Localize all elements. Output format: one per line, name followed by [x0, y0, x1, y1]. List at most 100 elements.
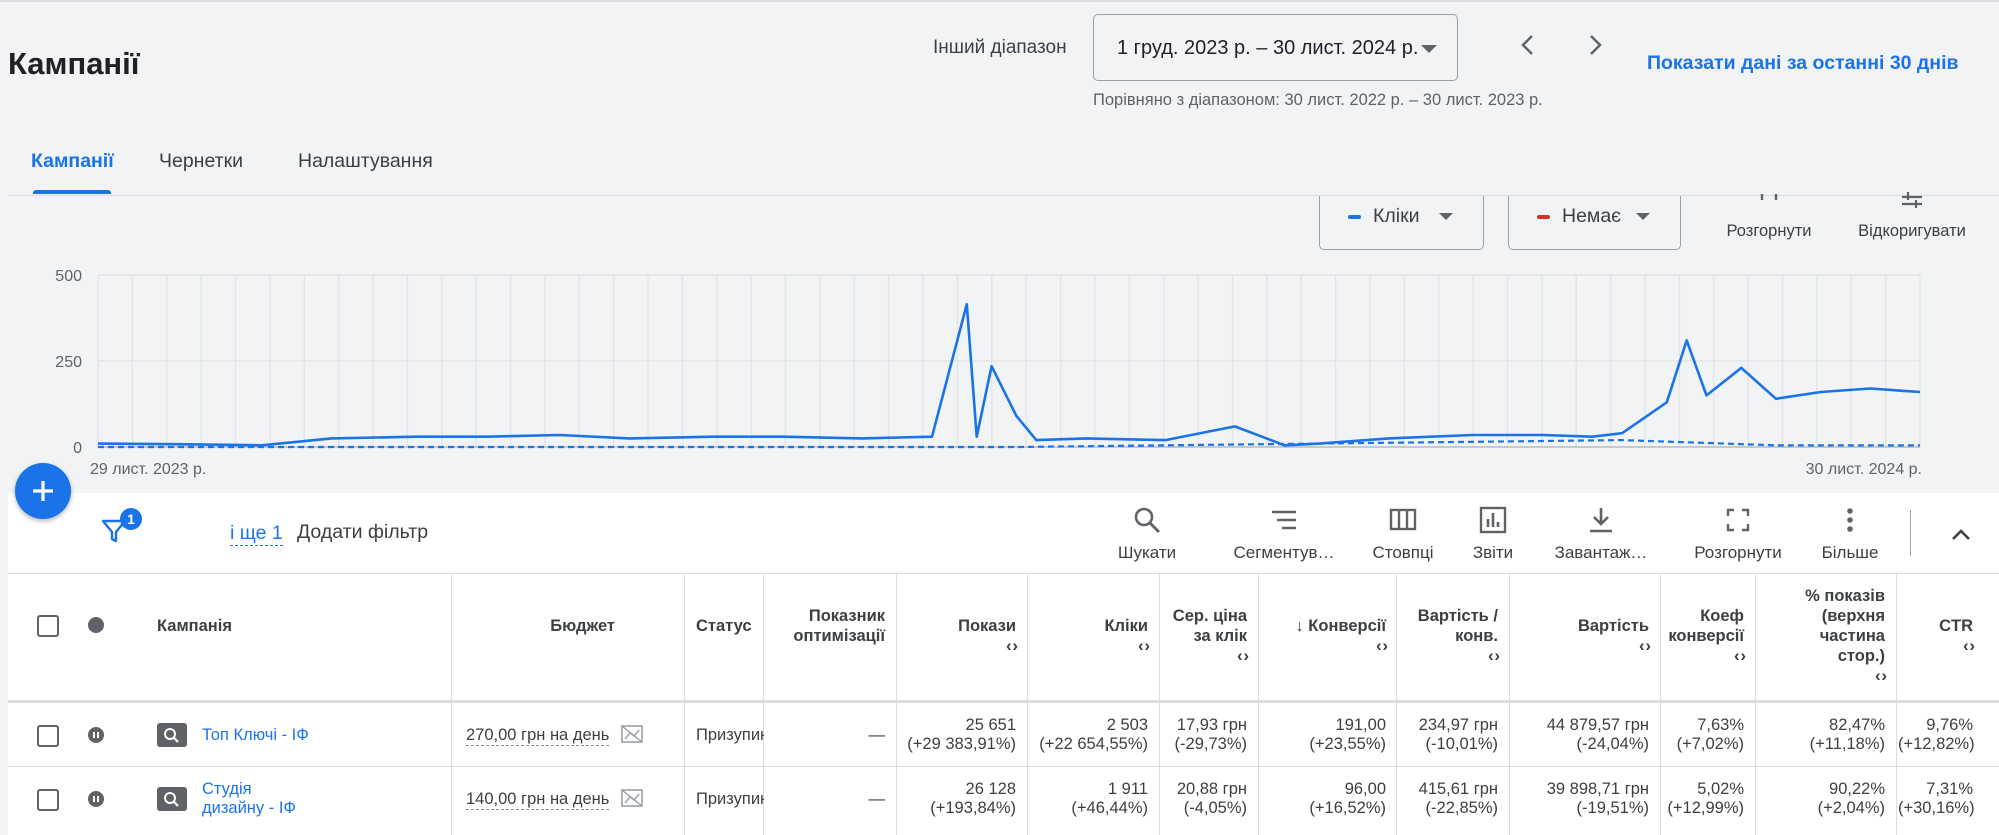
toolbar-download-label: Завантаж…: [1554, 543, 1648, 562]
date-range-value: 1 груд. 2023 р. – 30 лист. 2024 р.: [1117, 37, 1419, 59]
cost-per-conv-value: 234,97 грн: [1418, 716, 1498, 734]
toolbar-expand-button[interactable]: Розгорнути: [1688, 505, 1788, 563]
metric-1-swatch: [1348, 215, 1361, 219]
top-impr-change: (+2,04%): [1817, 799, 1885, 817]
header-avg-cpc[interactable]: Сер. ціна за клік ‹ ›: [1160, 606, 1249, 666]
chevron-up-icon[interactable]: [1944, 518, 1978, 552]
conv-rate-cell: 5,02% (+12,99%): [1662, 780, 1744, 818]
toolbar-search-label: Шукати: [1117, 543, 1177, 562]
header-campaign[interactable]: Кампанія: [157, 616, 232, 636]
header-bottom-border: [8, 700, 1999, 703]
row-checkbox[interactable]: [37, 789, 59, 811]
header-cost[interactable]: Вартість ‹ ›: [1512, 616, 1651, 656]
top-border: [0, 0, 1999, 2]
clicks-change: (+22 654,55%): [1039, 735, 1148, 753]
impressions-cell: 26 128 (+193,84%): [898, 780, 1016, 818]
date-range-label: Інший діапазон: [933, 37, 1067, 58]
conversions-cell: 191,00 (+23,55%): [1260, 716, 1386, 754]
header-clicks[interactable]: Кліки ‹ ›: [1030, 616, 1150, 656]
toolbar-reports-button[interactable]: Звіти: [1469, 505, 1517, 563]
chevron-right-icon[interactable]: [1580, 30, 1610, 60]
toolbar-more-button[interactable]: Більше: [1817, 505, 1883, 563]
header-ctr[interactable]: CTR ‹ ›: [1898, 616, 1975, 656]
columns-icon: [1388, 505, 1418, 535]
more-filters-link[interactable]: і ще 1: [230, 522, 283, 546]
sort-descending-icon: ↓: [1295, 617, 1304, 635]
chart-adjust-label: Відкоригувати: [1858, 222, 1966, 240]
header-conversions[interactable]: ↓ Конверсії ‹ ›: [1260, 616, 1388, 656]
last-30-days-link[interactable]: Показати дані за останні 30 днів: [1647, 52, 1959, 75]
sort-arrows-icon: ‹ ›: [1733, 646, 1746, 665]
chart-adjust-button[interactable]: Відкоригувати: [1842, 192, 1982, 241]
conv-rate-value: 5,02%: [1697, 780, 1744, 798]
fullscreen-icon: [1756, 192, 1782, 218]
chevron-left-icon[interactable]: [1513, 30, 1543, 60]
header-conversion-rate[interactable]: Коеф конверсії ‹ ›: [1662, 606, 1746, 666]
more-vert-icon: [1835, 505, 1865, 535]
impressions-cell: 25 651 (+29 383,91%): [898, 716, 1016, 754]
header-impressions[interactable]: Покази ‹ ›: [900, 616, 1018, 656]
toolbar-download-button[interactable]: Завантаж…: [1549, 505, 1653, 563]
metric-1-select[interactable]: Кліки: [1319, 196, 1484, 250]
clicks-value: 1 911: [1107, 780, 1148, 798]
previous-period-series-line: [98, 439, 1920, 449]
header-optimization-score-line: Показник: [808, 607, 885, 625]
add-campaign-button[interactable]: [15, 463, 71, 519]
top-impr-cell: 90,22% (+2,04%): [1757, 780, 1885, 818]
date-range-select[interactable]: 1 груд. 2023 р. – 30 лист. 2024 р.: [1093, 14, 1458, 81]
sort-arrows-icon: ‹ ›: [1874, 666, 1887, 685]
header-top-impr-line: частина: [1819, 627, 1885, 645]
top-impr-change: (+11,18%): [1809, 735, 1885, 753]
sort-arrows-icon: ‹ ›: [1005, 636, 1018, 655]
cost-value: 39 898,71 грн: [1546, 780, 1649, 798]
cost-value: 44 879,57 грн: [1546, 716, 1649, 734]
chart-off-icon[interactable]: [620, 724, 644, 744]
toolbar-reports-label: Звіти: [1472, 543, 1514, 562]
header-budget[interactable]: Бюджет: [500, 616, 615, 636]
select-all-checkbox[interactable]: [37, 615, 59, 637]
chart-expand-button[interactable]: Розгорнути: [1714, 192, 1824, 241]
campaign-name-link[interactable]: Студія дизайну - ІФ: [202, 780, 296, 818]
cost-per-conv-cell: 415,61 грн (-22,85%): [1398, 780, 1498, 818]
header-cost-label: Вартість: [1577, 617, 1649, 635]
chart-y-tick-label: 250: [55, 354, 82, 371]
search-icon: [1132, 505, 1162, 535]
top-impr-value: 82,47%: [1829, 716, 1885, 734]
campaign-name-line: дизайну - ІФ: [202, 799, 296, 817]
toolbar-columns-button[interactable]: Стовпці: [1368, 505, 1438, 563]
search-campaign-icon: [157, 723, 187, 747]
header-cost-per-conversion[interactable]: Вартість / конв. ‹ ›: [1398, 606, 1500, 666]
clicks-value: 2 503: [1106, 716, 1148, 734]
tune-icon: [1899, 192, 1925, 218]
header-impressions-label: Покази: [958, 617, 1016, 635]
status-filter-dot[interactable]: [88, 617, 104, 633]
row-checkbox[interactable]: [37, 725, 59, 747]
header-conversions-label: Конверсії: [1308, 617, 1386, 635]
cost-per-conv-change: (-10,01%): [1425, 735, 1498, 753]
conversions-cell: 96,00 (+16,52%): [1260, 780, 1386, 818]
header-top-impression-share[interactable]: % показів (верхня частина стор.) ‹ ›: [1757, 586, 1887, 686]
toolbar-columns-label: Стовпці: [1372, 543, 1434, 562]
budget-value[interactable]: 140,00 грн на день: [466, 790, 610, 810]
tab-settings[interactable]: Налаштування: [298, 150, 433, 173]
tab-campaigns[interactable]: Кампанії: [31, 150, 114, 173]
metric-2-select[interactable]: Немає: [1508, 196, 1681, 250]
sort-arrows-icon: ‹ ›: [1236, 646, 1249, 665]
chart-off-icon[interactable]: [620, 788, 644, 808]
sort-arrows-icon: ‹ ›: [1487, 646, 1500, 665]
header-avg-cpc-line: Сер. ціна: [1172, 607, 1247, 625]
add-filter-button[interactable]: Додати фільтр: [297, 521, 428, 544]
optimization-score: —: [868, 726, 886, 744]
header-avg-cpc-line: за клік: [1193, 627, 1247, 645]
sort-arrows-icon: ‹ ›: [1962, 636, 1975, 655]
avg-cpc-cell: 17,93 грн (-29,73%): [1160, 716, 1247, 754]
header-status[interactable]: Статус: [696, 616, 752, 636]
campaign-name-link[interactable]: Топ Ключі - ІФ: [202, 726, 309, 745]
toolbar-search-button[interactable]: Шукати: [1105, 505, 1189, 563]
toolbar-segment-button[interactable]: Сегментув…: [1226, 505, 1342, 563]
budget-value[interactable]: 270,00 грн на день: [466, 726, 610, 746]
column-divider: [896, 573, 897, 835]
tab-drafts[interactable]: Чернетки: [159, 150, 243, 173]
header-optimization-score[interactable]: Показник оптимізації: [765, 606, 885, 646]
chart-y-tick-label: 500: [55, 268, 82, 285]
